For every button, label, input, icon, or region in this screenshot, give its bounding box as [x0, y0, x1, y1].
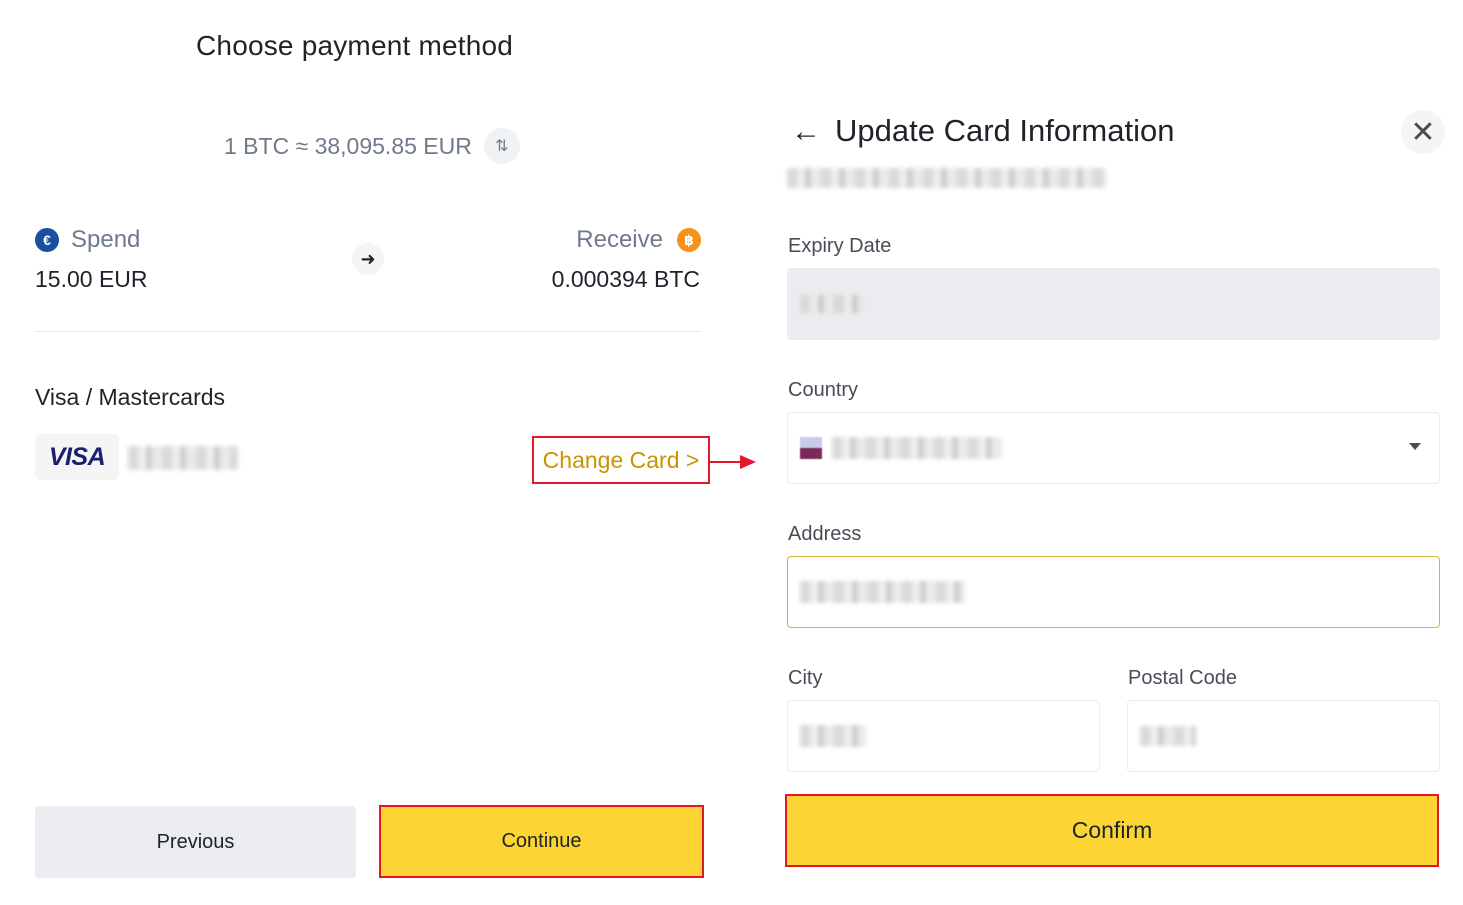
city-label: City [788, 667, 823, 689]
masked-card-number [128, 446, 238, 470]
change-card-link[interactable]: Change Card > [532, 436, 710, 484]
postal-code-label: Postal Code [1128, 667, 1237, 689]
expiry-date-label: Expiry Date [788, 235, 892, 257]
visa-logo-icon: VISA [35, 434, 119, 480]
expiry-date-field[interactable] [787, 268, 1440, 340]
country-label: Country [788, 379, 859, 401]
euro-coin-icon: € [35, 228, 59, 252]
exchange-rate-row: 1 BTC ≈ 38,095.85 EUR ⇅ [224, 128, 520, 164]
masked-subtitle [787, 168, 1107, 188]
masked-address-value [800, 581, 965, 603]
postal-code-field[interactable] [1127, 700, 1440, 772]
masked-expiry-value [800, 295, 864, 313]
masked-country-value [832, 437, 1002, 459]
previous-button[interactable]: Previous [35, 806, 356, 878]
arrow-right-icon: ➜ [352, 243, 384, 275]
divider [35, 331, 701, 332]
continue-button[interactable]: Continue [379, 805, 704, 878]
modal-title: Update Card Information [835, 113, 1175, 148]
payment-section-label: Visa / Mastercards [35, 384, 226, 410]
receive-label: Receive [576, 226, 663, 253]
close-icon[interactable]: ✕ [1401, 110, 1445, 154]
bitcoin-coin-icon: ฿ [677, 228, 701, 252]
spend-amount: 15.00 EUR [35, 266, 148, 292]
spend-header: € Spend [35, 226, 140, 254]
country-select[interactable] [787, 412, 1440, 484]
country-flag-icon [800, 437, 822, 459]
masked-city-value [800, 725, 866, 747]
chevron-down-icon [1409, 443, 1421, 450]
address-label: Address [788, 523, 862, 545]
address-field[interactable] [787, 556, 1440, 628]
back-arrow-icon[interactable]: ← [784, 110, 828, 154]
receive-header: Receive ฿ [576, 226, 701, 254]
annotation-arrow-icon [710, 455, 756, 469]
exchange-rate-text: 1 BTC ≈ 38,095.85 EUR [224, 132, 472, 159]
page-title: Choose payment method [196, 30, 514, 61]
city-field[interactable] [787, 700, 1100, 772]
receive-amount: 0.000394 BTC [551, 266, 700, 292]
swap-direction-icon[interactable]: ⇅ [483, 128, 520, 164]
spend-label: Spend [71, 226, 141, 253]
masked-postal-value [1140, 726, 1196, 746]
confirm-button[interactable]: Confirm [785, 794, 1439, 867]
